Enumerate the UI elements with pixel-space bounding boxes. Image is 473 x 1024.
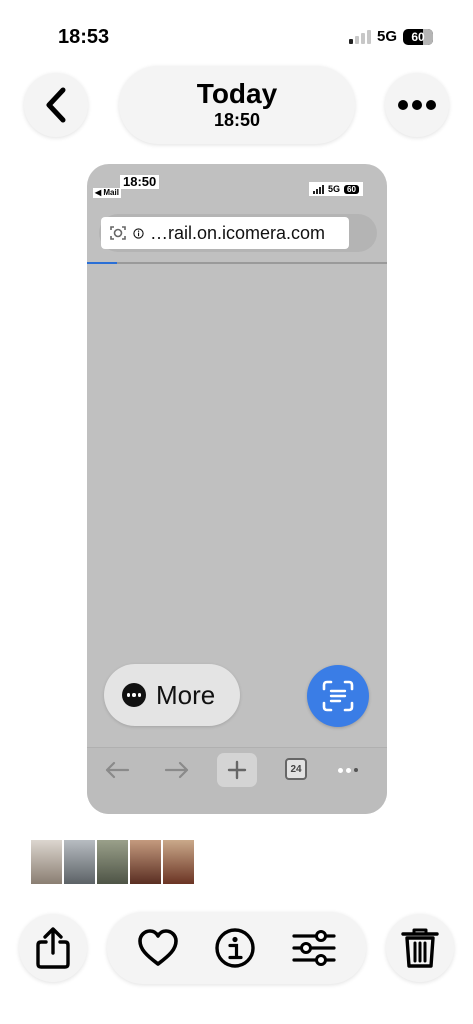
info-icon <box>133 227 144 239</box>
preview-more-label: More <box>156 679 216 710</box>
preview-url-text: …rail.on.icomera.com <box>150 222 326 243</box>
battery-icon: 60 <box>403 28 433 45</box>
thumb-2[interactable] <box>64 840 95 884</box>
battery-level: 60 <box>411 29 425 44</box>
favorite-button[interactable] <box>136 928 180 968</box>
preview-browser-toolbar: 24 <box>87 747 387 814</box>
preview-back-arrow-icon <box>101 748 133 792</box>
preview-more-button: More <box>104 664 240 726</box>
header-title-pill: Today 18:50 <box>119 66 355 144</box>
info-circle-icon <box>215 928 256 968</box>
sliders-icon <box>292 930 336 966</box>
thumb-4[interactable] <box>130 840 161 884</box>
chevron-left-icon <box>46 87 66 123</box>
page-load-progress-fill <box>87 262 117 264</box>
preview-scan-text-button <box>307 665 369 727</box>
status-time: 18:53 <box>58 26 110 48</box>
preview-battery-icon: 60 <box>344 184 359 194</box>
preview-forward-arrow-icon <box>161 748 193 792</box>
photo-preview[interactable]: 18:50 ◀ Mail 5G 60 …rail.on.icomera.com … <box>87 164 387 814</box>
thumb-5[interactable] <box>163 840 194 884</box>
share-button[interactable] <box>19 914 87 982</box>
page-title: Today <box>196 78 278 109</box>
page-subtitle: 18:50 <box>213 110 261 130</box>
preview-status-time: 18:50 <box>120 175 160 189</box>
trash-icon <box>401 928 439 968</box>
info-button[interactable] <box>214 927 256 969</box>
page-load-progress <box>87 262 387 264</box>
delete-button[interactable] <box>386 914 454 982</box>
preview-signal-icon <box>312 184 324 194</box>
thumb-3[interactable] <box>97 840 128 884</box>
network-label: 5G <box>376 28 397 45</box>
thumbnail-strip <box>31 840 194 884</box>
preview-new-tab-icon <box>217 753 257 787</box>
thumb-1[interactable] <box>31 840 62 884</box>
preview-url-box: …rail.on.icomera.com <box>101 217 349 249</box>
status-indicators: 5G 60 <box>348 28 433 45</box>
edit-adjust-button[interactable] <box>291 928 337 968</box>
camera-lens-icon <box>110 226 126 240</box>
back-button[interactable] <box>24 73 88 137</box>
scan-text-icon <box>322 680 354 712</box>
more-options-button[interactable] <box>385 73 449 137</box>
preview-back-to-mail: ◀ Mail <box>93 188 121 198</box>
signal-icon <box>348 29 371 44</box>
preview-menu-dots-icon <box>333 748 363 792</box>
heart-icon <box>138 929 178 966</box>
preview-status-indicators: 5G 60 <box>308 182 363 196</box>
preview-tab-count: 24 <box>285 758 307 780</box>
ellipsis-icon <box>398 100 436 110</box>
share-icon <box>36 927 70 969</box>
preview-network-label: 5G <box>327 184 340 194</box>
photo-actions-bar <box>107 912 366 984</box>
preview-address-bar: …rail.on.icomera.com <box>99 214 377 252</box>
more-dots-icon <box>122 683 146 707</box>
